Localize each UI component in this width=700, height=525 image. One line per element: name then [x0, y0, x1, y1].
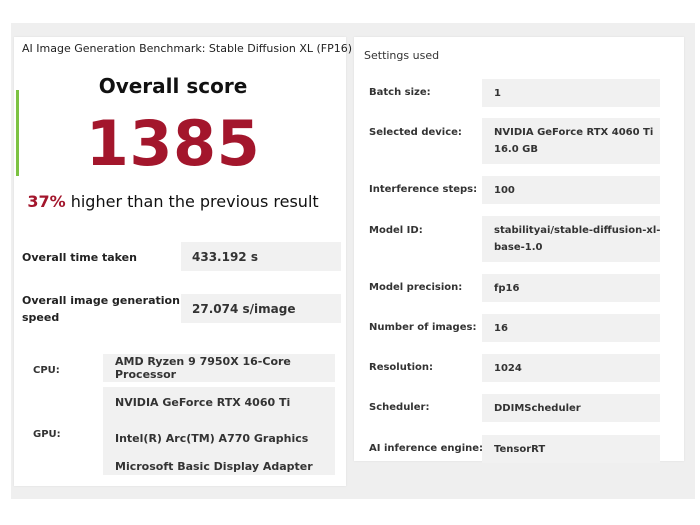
setting-label-resolution: Resolution:: [369, 362, 434, 373]
setting-value-line: 16: [494, 322, 508, 334]
gpu-value-3: Microsoft Basic Display Adapter: [115, 460, 313, 473]
setting-label-selected-device: Selected device:: [369, 127, 462, 138]
setting-value-line: 1024: [494, 362, 522, 374]
setting-value-batch-size: 1: [482, 79, 660, 107]
setting-value-line: 1: [494, 87, 501, 99]
generation-speed-label-line1: Overall image generation: [22, 294, 180, 307]
setting-value-line: fp16: [494, 282, 520, 294]
overall-score-heading: Overall score: [98, 74, 248, 98]
gpu-label: GPU:: [33, 429, 61, 440]
setting-value-line: 100: [494, 184, 515, 196]
setting-label-model-id: Model ID:: [369, 225, 423, 236]
setting-label-batch-size: Batch size:: [369, 87, 431, 98]
setting-value-line: DDIMScheduler: [494, 402, 581, 414]
settings-title: Settings used: [364, 49, 440, 62]
benchmark-title: AI Image Generation Benchmark: Stable Di…: [22, 42, 353, 55]
gpu-value-box: NVIDIA GeForce RTX 4060 Ti Intel(R) Arc(…: [103, 387, 335, 475]
setting-value-line: TensorRT: [494, 443, 546, 455]
setting-value-model-id: stabilityai/stable-diffusion-xl- base-1.…: [482, 216, 660, 262]
generation-speed-label: Overall image generation speed: [22, 292, 180, 326]
setting-value-line: 16.0 GB: [494, 144, 538, 155]
cpu-value: AMD Ryzen 9 7950X 16-Core Processor: [115, 355, 291, 381]
generation-speed-label-line2: speed: [22, 311, 60, 324]
setting-value-line: stabilityai/stable-diffusion-xl-: [494, 225, 661, 236]
setting-value-model-precision: fp16: [482, 274, 660, 302]
setting-value-number-of-images: 16: [482, 314, 660, 342]
time-taken-label: Overall time taken: [22, 251, 137, 264]
setting-value-inference-steps: 100: [482, 176, 660, 204]
gpu-value-2: Intel(R) Arc(TM) A770 Graphics: [115, 432, 309, 445]
comparison-percent: 37%: [27, 192, 66, 211]
score-comparison: 37% higher than the previous result: [0, 192, 346, 211]
setting-label-model-precision: Model precision:: [369, 282, 463, 293]
setting-value-line: base-1.0: [494, 242, 543, 253]
setting-value-line: NVIDIA GeForce RTX 4060 Ti: [494, 127, 654, 138]
cpu-label: CPU:: [33, 365, 60, 376]
time-taken-value: 433.192 s: [181, 242, 341, 271]
comparison-text: higher than the previous result: [70, 192, 319, 211]
setting-value-inference-engine: TensorRT: [482, 435, 660, 463]
setting-value-resolution: 1024: [482, 354, 660, 382]
setting-label-scheduler: Scheduler:: [369, 402, 430, 413]
setting-label-inference-engine: AI inference engine:: [369, 443, 484, 454]
overall-score-value: 1385: [85, 107, 261, 180]
generation-speed-value: 27.074 s/image: [181, 294, 341, 323]
gpu-value-1: NVIDIA GeForce RTX 4060 Ti: [115, 396, 291, 409]
setting-value-scheduler: DDIMScheduler: [482, 394, 660, 422]
setting-value-selected-device: NVIDIA GeForce RTX 4060 Ti 16.0 GB: [482, 118, 660, 164]
cpu-value-box: AMD Ryzen 9 7950X 16-Core Processor: [103, 354, 335, 382]
setting-label-inference-steps: Interference steps:: [369, 184, 478, 195]
setting-label-number-of-images: Number of images:: [369, 322, 477, 333]
